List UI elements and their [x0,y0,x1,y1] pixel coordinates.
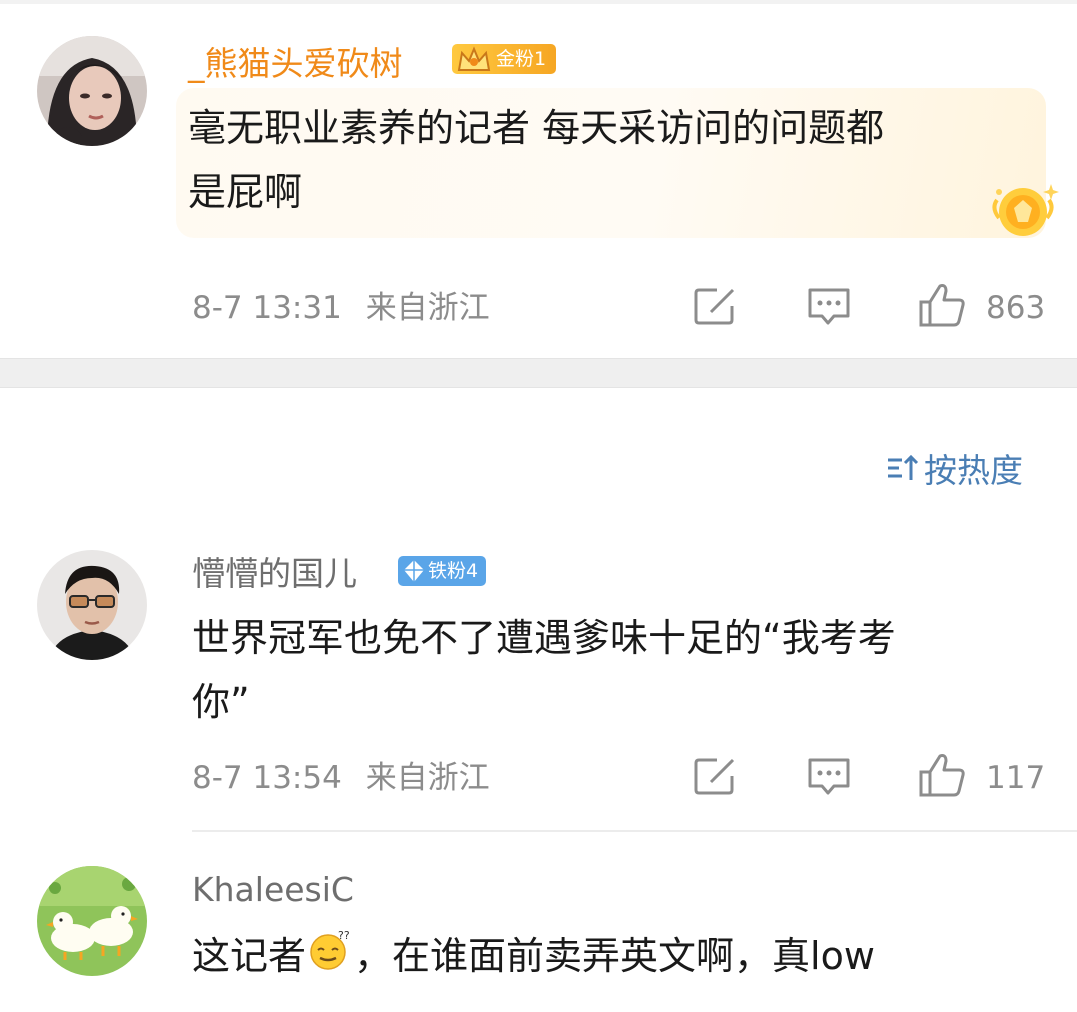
comment-meta: 8-7 13:31 来自浙江 [192,288,490,328]
like-icon[interactable] [918,282,966,328]
comment-text-line: 毫无职业素养的记者 每天采访问的问题都 [188,106,885,150]
sort-label: 按热度 [924,451,1023,490]
woman-portrait-avatar-icon [37,36,147,146]
username[interactable]: _熊猫头爱砍树 [188,44,403,84]
diamond-icon [402,558,426,593]
comment-icon[interactable] [806,756,852,798]
like-icon[interactable] [918,752,966,798]
fan-badge-label: 铁粉4 [428,560,479,582]
comment-text: 世界冠军也免不了遭遇爹味十足的“我考考 你” [192,606,1042,734]
crown-icon [456,46,492,83]
comment-icon[interactable] [806,286,852,328]
timestamp: 8-7 13:31 [192,290,342,326]
username[interactable]: 懵懵的国儿 [192,554,357,594]
comment-text: 毫无职业素养的记者 每天采访问的问题都 是屁啊 [188,96,1028,224]
avatar[interactable] [37,36,147,146]
top-divider [0,0,1077,4]
location: 来自浙江 [365,290,490,326]
avatar[interactable] [37,550,147,660]
fan-badge-label: 金粉1 [496,48,547,70]
sort-button[interactable]: 按热度 [886,446,1023,490]
username[interactable]: KhaleesiC [192,870,354,910]
comment-divider [192,830,1077,832]
comment-meta: 8-7 13:54 来自浙江 [192,758,490,798]
thinking-emoji-icon: ?? [308,927,352,991]
svg-text:??: ?? [338,929,350,942]
location: 来自浙江 [365,760,490,796]
comment-text-line: 世界冠军也免不了遭遇爹味十足的“我考考 [192,616,896,660]
timestamp: 8-7 13:54 [192,760,342,796]
repost-icon[interactable] [693,756,737,796]
comment-text-part: 这记者 [192,934,307,978]
comment-text-part: ，在谁面前卖弄英文啊，真low [354,934,875,978]
like-count: 863 [986,290,1046,326]
comment-text-line: 是屁啊 [188,170,303,214]
man-sunglasses-avatar-icon [37,550,147,660]
section-separator [0,358,1077,388]
fan-badge[interactable]: 金粉1 [452,44,557,74]
repost-icon[interactable] [693,286,737,326]
like-count: 117 [986,760,1046,796]
comment-text-line: 你” [192,680,250,724]
sort-icon [888,454,919,480]
ducks-avatar-icon [37,866,147,976]
comment-text: 这记者 ?? ，在谁面前卖弄英文啊，真low [192,924,1072,991]
avatar[interactable] [37,866,147,976]
comment-list: _熊猫头爱砍树 金粉1 毫无职业素养的记者 每天采访问的问题都 是屁啊 8-7 [0,0,1077,1012]
fan-badge[interactable]: 铁粉4 [398,556,487,586]
